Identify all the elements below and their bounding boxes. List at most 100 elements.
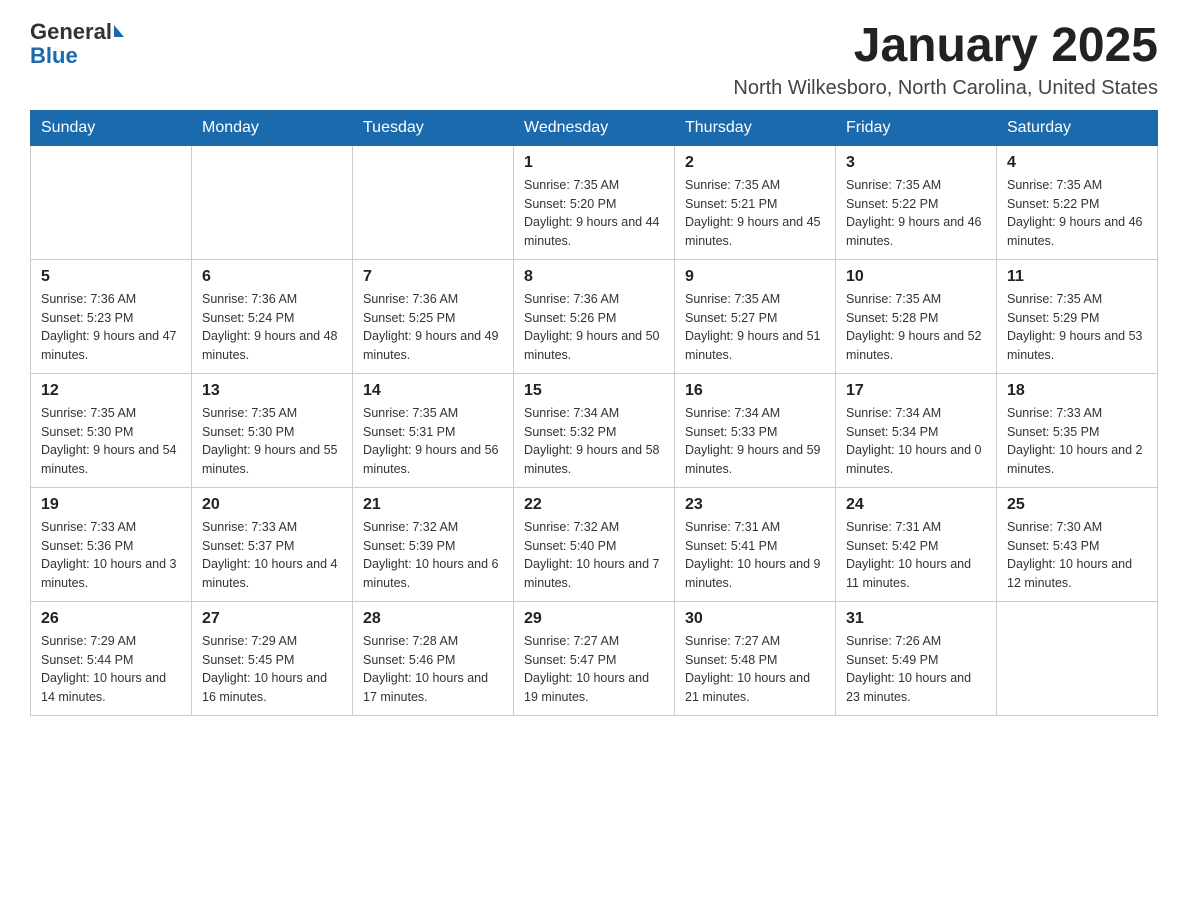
calendar-table: SundayMondayTuesdayWednesdayThursdayFrid… [30, 110, 1158, 716]
day-number: 5 [41, 268, 181, 286]
calendar-cell: 31 Sunrise: 7:26 AMSunset: 5:49 PMDayligh… [836, 601, 997, 715]
calendar-cell: 20 Sunrise: 7:33 AMSunset: 5:37 PMDayligh… [192, 487, 353, 601]
calendar-cell: 28 Sunrise: 7:28 AMSunset: 5:46 PMDayligh… [353, 601, 514, 715]
calendar-cell: 26Sunrise: 7:29 AMSunset: 5:44 PMDayligh… [31, 601, 192, 715]
day-number: 16 [685, 382, 825, 400]
day-number: 25 [1007, 496, 1147, 514]
day-info: Sunrise: 7:35 AMSunset: 5:20 PMDaylight:… [524, 176, 664, 251]
calendar-cell: 19Sunrise: 7:33 AMSunset: 5:36 PMDayligh… [31, 487, 192, 601]
day-info: Sunrise: 7:35 AMSunset: 5:30 PMDaylight:… [41, 404, 181, 479]
calendar-cell: 17 Sunrise: 7:34 AMSunset: 5:34 PMDayligh… [836, 373, 997, 487]
calendar-cell: 16 Sunrise: 7:34 AMSunset: 5:33 PMDayligh… [675, 373, 836, 487]
calendar-cell: 21 Sunrise: 7:32 AMSunset: 5:39 PMDayligh… [353, 487, 514, 601]
weekday-header-thursday: Thursday [675, 110, 836, 145]
calendar-cell: 4 Sunrise: 7:35 AMSunset: 5:22 PMDaylight… [997, 145, 1158, 259]
calendar-cell: 7 Sunrise: 7:36 AMSunset: 5:25 PMDaylight… [353, 259, 514, 373]
logo-general: General [30, 20, 112, 44]
day-number: 9 [685, 268, 825, 286]
day-info: Sunrise: 7:30 AMSunset: 5:43 PMDaylight:… [1007, 518, 1147, 593]
calendar-cell: 15 Sunrise: 7:34 AMSunset: 5:32 PMDayligh… [514, 373, 675, 487]
calendar-cell: 30 Sunrise: 7:27 AMSunset: 5:48 PMDayligh… [675, 601, 836, 715]
day-number: 4 [1007, 154, 1147, 172]
calendar-cell: 2Sunrise: 7:35 AMSunset: 5:21 PMDaylight… [675, 145, 836, 259]
day-number: 6 [202, 268, 342, 286]
calendar-cell: 24Sunrise: 7:31 AMSunset: 5:42 PMDayligh… [836, 487, 997, 601]
day-info: Sunrise: 7:32 AMSunset: 5:40 PMDaylight:… [524, 518, 664, 593]
day-number: 23 [685, 496, 825, 514]
logo: General Blue [30, 20, 124, 68]
calendar-cell: 14Sunrise: 7:35 AMSunset: 5:31 PMDayligh… [353, 373, 514, 487]
calendar-cell: 3Sunrise: 7:35 AMSunset: 5:22 PMDaylight… [836, 145, 997, 259]
day-info: Sunrise: 7:33 AMSunset: 5:35 PMDaylight:… [1007, 404, 1147, 479]
logo-blue: Blue [30, 44, 124, 68]
day-number: 28 [363, 610, 503, 628]
day-info: Sunrise: 7:28 AMSunset: 5:46 PMDaylight:… [363, 632, 503, 707]
day-number: 31 [846, 610, 986, 628]
day-info: Sunrise: 7:35 AMSunset: 5:31 PMDaylight:… [363, 404, 503, 479]
day-number: 27 [202, 610, 342, 628]
calendar-cell: 8 Sunrise: 7:36 AMSunset: 5:26 PMDaylight… [514, 259, 675, 373]
day-info: Sunrise: 7:35 AMSunset: 5:22 PMDaylight:… [1007, 176, 1147, 251]
day-info: Sunrise: 7:27 AMSunset: 5:47 PMDaylight:… [524, 632, 664, 707]
weekday-header-monday: Monday [192, 110, 353, 145]
calendar-cell: 1 Sunrise: 7:35 AMSunset: 5:20 PMDaylight… [514, 145, 675, 259]
day-number: 20 [202, 496, 342, 514]
day-number: 2 [685, 154, 825, 172]
day-info: Sunrise: 7:34 AMSunset: 5:32 PMDaylight:… [524, 404, 664, 479]
calendar-week-row: 12Sunrise: 7:35 AMSunset: 5:30 PMDayligh… [31, 373, 1158, 487]
weekday-header-wednesday: Wednesday [514, 110, 675, 145]
day-info: Sunrise: 7:34 AMSunset: 5:34 PMDaylight:… [846, 404, 986, 479]
logo-triangle-icon [114, 25, 124, 37]
day-info: Sunrise: 7:26 AMSunset: 5:49 PMDaylight:… [846, 632, 986, 707]
day-info: Sunrise: 7:35 AMSunset: 5:27 PMDaylight:… [685, 290, 825, 365]
day-number: 19 [41, 496, 181, 514]
day-info: Sunrise: 7:33 AMSunset: 5:37 PMDaylight:… [202, 518, 342, 593]
month-title: January 2025 [733, 20, 1158, 73]
calendar-cell: 13Sunrise: 7:35 AMSunset: 5:30 PMDayligh… [192, 373, 353, 487]
calendar-week-row: 5 Sunrise: 7:36 AMSunset: 5:23 PMDaylight… [31, 259, 1158, 373]
day-number: 10 [846, 268, 986, 286]
calendar-week-row: 26Sunrise: 7:29 AMSunset: 5:44 PMDayligh… [31, 601, 1158, 715]
calendar-cell: 29Sunrise: 7:27 AMSunset: 5:47 PMDayligh… [514, 601, 675, 715]
day-info: Sunrise: 7:35 AMSunset: 5:28 PMDaylight:… [846, 290, 986, 365]
weekday-header-row: SundayMondayTuesdayWednesdayThursdayFrid… [31, 110, 1158, 145]
day-info: Sunrise: 7:36 AMSunset: 5:26 PMDaylight:… [524, 290, 664, 365]
weekday-header-saturday: Saturday [997, 110, 1158, 145]
weekday-header-tuesday: Tuesday [353, 110, 514, 145]
day-info: Sunrise: 7:29 AMSunset: 5:44 PMDaylight:… [41, 632, 181, 707]
calendar-cell: 10 Sunrise: 7:35 AMSunset: 5:28 PMDayligh… [836, 259, 997, 373]
calendar-cell: 23 Sunrise: 7:31 AMSunset: 5:41 PMDayligh… [675, 487, 836, 601]
weekday-header-friday: Friday [836, 110, 997, 145]
location-title: North Wilkesboro, North Carolina, United… [733, 77, 1158, 100]
calendar-cell: 22Sunrise: 7:32 AMSunset: 5:40 PMDayligh… [514, 487, 675, 601]
day-info: Sunrise: 7:35 AMSunset: 5:29 PMDaylight:… [1007, 290, 1147, 365]
day-info: Sunrise: 7:29 AMSunset: 5:45 PMDaylight:… [202, 632, 342, 707]
day-number: 30 [685, 610, 825, 628]
calendar-cell: 18 Sunrise: 7:33 AMSunset: 5:35 PMDayligh… [997, 373, 1158, 487]
weekday-header-sunday: Sunday [31, 110, 192, 145]
day-info: Sunrise: 7:27 AMSunset: 5:48 PMDaylight:… [685, 632, 825, 707]
day-number: 17 [846, 382, 986, 400]
day-number: 24 [846, 496, 986, 514]
day-number: 11 [1007, 268, 1147, 286]
day-info: Sunrise: 7:32 AMSunset: 5:39 PMDaylight:… [363, 518, 503, 593]
calendar-cell: 5 Sunrise: 7:36 AMSunset: 5:23 PMDaylight… [31, 259, 192, 373]
day-number: 8 [524, 268, 664, 286]
calendar-cell: 6Sunrise: 7:36 AMSunset: 5:24 PMDaylight… [192, 259, 353, 373]
calendar-cell [353, 145, 514, 259]
day-number: 15 [524, 382, 664, 400]
day-number: 1 [524, 154, 664, 172]
calendar-cell: 25 Sunrise: 7:30 AMSunset: 5:43 PMDayligh… [997, 487, 1158, 601]
calendar-cell [192, 145, 353, 259]
day-info: Sunrise: 7:36 AMSunset: 5:25 PMDaylight:… [363, 290, 503, 365]
day-number: 7 [363, 268, 503, 286]
day-info: Sunrise: 7:31 AMSunset: 5:41 PMDaylight:… [685, 518, 825, 593]
day-number: 18 [1007, 382, 1147, 400]
calendar-week-row: 1 Sunrise: 7:35 AMSunset: 5:20 PMDaylight… [31, 145, 1158, 259]
calendar-cell: 11 Sunrise: 7:35 AMSunset: 5:29 PMDayligh… [997, 259, 1158, 373]
day-info: Sunrise: 7:34 AMSunset: 5:33 PMDaylight:… [685, 404, 825, 479]
day-number: 21 [363, 496, 503, 514]
calendar-cell: 12Sunrise: 7:35 AMSunset: 5:30 PMDayligh… [31, 373, 192, 487]
day-info: Sunrise: 7:36 AMSunset: 5:23 PMDaylight:… [41, 290, 181, 365]
calendar-week-row: 19Sunrise: 7:33 AMSunset: 5:36 PMDayligh… [31, 487, 1158, 601]
